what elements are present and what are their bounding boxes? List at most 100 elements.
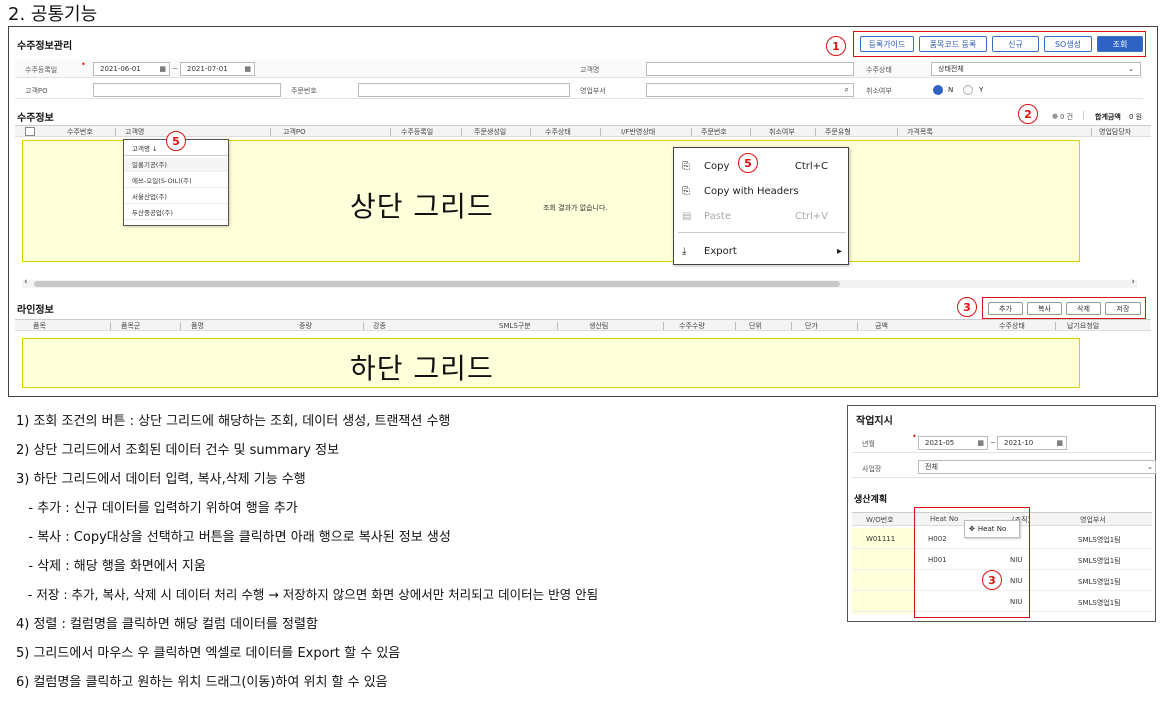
submenu-arrow-icon: ▸ xyxy=(836,245,842,257)
order-date-label: 수주등록일 xyxy=(25,66,58,74)
col-divider xyxy=(600,128,601,136)
sort-option[interactable]: 두산중공업(주) xyxy=(124,206,228,220)
line-toolbar: 추가 복사 삭제 저장 xyxy=(988,302,1142,315)
site-label: 사업장 xyxy=(862,465,882,473)
col-order-no[interactable]: 수주번호 xyxy=(67,127,93,137)
select-all-checkbox[interactable] xyxy=(25,127,35,136)
drag-ghost[interactable]: ✥ Heat No xyxy=(964,520,1020,538)
order-no-input[interactable] xyxy=(358,83,570,97)
col-divider xyxy=(735,322,736,330)
date-separator: ~ xyxy=(990,439,996,447)
calendar-icon[interactable]: ▦ xyxy=(977,437,984,449)
paste-menu-item[interactable]: ▤ Paste Ctrl+V xyxy=(674,206,848,226)
order-status-select[interactable]: 상태전체 ⌄ xyxy=(931,62,1141,76)
col-order-date[interactable]: 수주등록일 xyxy=(401,127,433,137)
col-production-team[interactable]: 생산팀 xyxy=(589,321,608,331)
scroll-left-icon[interactable]: ‹ xyxy=(24,277,28,287)
scrollbar-thumb[interactable] xyxy=(34,281,840,287)
col-divider xyxy=(663,322,664,330)
marker-3: 3 xyxy=(957,297,977,317)
order-no-label: 주문번호 xyxy=(291,87,317,95)
required-mark: • xyxy=(912,432,917,441)
save-button[interactable]: 저장 xyxy=(1105,302,1141,315)
col-sales-rep[interactable]: 영업담당자 xyxy=(1099,127,1131,137)
col-customer-name[interactable]: 고객명 xyxy=(125,127,144,137)
col-unit-price[interactable]: 단가 xyxy=(805,321,818,331)
col-line-status[interactable]: 수주상태 xyxy=(999,321,1025,331)
sort-option[interactable]: 서울산업(주) xyxy=(124,190,228,204)
col-if-status[interactable]: I/F반영상태 xyxy=(621,127,655,137)
total-label: 합계금액 xyxy=(1095,113,1121,121)
col-order-type[interactable]: 주문유형 xyxy=(825,127,851,137)
col-steel-grade[interactable]: 강종 xyxy=(373,321,386,331)
col-amount[interactable]: 금액 xyxy=(875,321,888,331)
col-created-date[interactable]: 주문생성일 xyxy=(474,127,506,137)
calendar-icon[interactable]: ▦ xyxy=(1056,437,1063,449)
lower-grid-area[interactable]: 하단 그리드 xyxy=(22,338,1080,388)
sales-dept-label: 영업부서 xyxy=(580,87,606,95)
upper-grid-header: 수주번호 고객명 고객PO 수주등록일 주문생성일 수주상태 I/F반영상태 주… xyxy=(15,125,1151,137)
marker-1: 1 xyxy=(826,36,846,56)
search-icon[interactable]: ⌕ xyxy=(845,84,849,96)
export-menu-item[interactable]: ⤓ Export ▸ xyxy=(674,241,848,261)
col-divider xyxy=(897,128,898,136)
col-order-number[interactable]: 주문번호 xyxy=(701,127,727,137)
col-wo-no[interactable]: W/O번호 xyxy=(866,515,894,525)
total-value: 0 원 xyxy=(1129,113,1143,121)
date-from-input[interactable]: 2021-06-01 ▦ xyxy=(93,62,170,76)
col-divider xyxy=(461,128,462,136)
dept-cell: SMLS영업1팀 xyxy=(1078,557,1121,565)
lower-grid-label: 하단 그리드 xyxy=(350,352,494,385)
col-unit[interactable]: 단위 xyxy=(749,321,762,331)
scroll-right-icon[interactable]: › xyxy=(1131,277,1135,287)
col-order-qty[interactable]: 수주수량 xyxy=(679,321,705,331)
col-weight[interactable]: 중량 xyxy=(299,321,312,331)
col-divider xyxy=(557,322,558,330)
copy-row-button[interactable]: 복사 xyxy=(1027,302,1062,315)
col-order-status[interactable]: 수주상태 xyxy=(545,127,571,137)
site-select[interactable]: 전체 ⌄ xyxy=(918,460,1156,474)
radio-y[interactable] xyxy=(963,85,973,95)
sort-popup: 고객명 ↓ 일룡기공(주) 에쓰-오일(S-OIL)(주) 서울산업(주) 두산… xyxy=(123,139,229,226)
sales-dept-input[interactable]: ⌕ xyxy=(646,83,854,97)
marker-4: 5 xyxy=(166,131,186,151)
date-to-input[interactable]: 2021-07-01 ▦ xyxy=(180,62,255,76)
col-customer-po[interactable]: 고객PO xyxy=(283,127,306,137)
col-smls-type[interactable]: SMLS구분 xyxy=(499,321,531,331)
calendar-icon[interactable]: ▦ xyxy=(159,63,166,75)
copy-menu-item[interactable]: ⎘ Copy Ctrl+C xyxy=(674,156,848,176)
copy-with-headers-menu-item[interactable]: ⎘ Copy with Headers xyxy=(674,181,848,201)
col-divider xyxy=(857,322,858,330)
col-sales-dept[interactable]: 영업부서 xyxy=(1080,515,1106,525)
chevron-down-icon: ⌄ xyxy=(1147,463,1153,471)
description-line: 2) 상단 그리드에서 조회된 데이터 건수 및 summary 정보 xyxy=(16,443,340,458)
col-divider xyxy=(750,128,751,136)
sort-option[interactable]: 일룡기공(주) xyxy=(124,158,228,172)
customer-po-input[interactable] xyxy=(93,83,281,97)
calendar-icon[interactable]: ▦ xyxy=(244,63,251,75)
horizontal-scrollbar[interactable]: ‹ › xyxy=(22,277,1137,288)
col-price-list[interactable]: 가격목록 xyxy=(907,127,933,137)
description-line: - 삭제 : 해당 행을 화면에서 지움 xyxy=(16,559,206,574)
period-from-input[interactable]: 2021-05 ▦ xyxy=(918,436,988,450)
radio-n-label: N xyxy=(948,86,954,94)
delete-row-button[interactable]: 삭제 xyxy=(1066,302,1101,315)
customer-name-input[interactable] xyxy=(646,62,854,76)
add-row-button[interactable]: 추가 xyxy=(988,302,1023,315)
description-line: 5) 그리드에서 마우스 우 클릭하면 엑셀로 데이터를 Export 할 수 … xyxy=(16,646,401,661)
col-divider xyxy=(1055,322,1056,330)
col-cancel[interactable]: 취소여부 xyxy=(769,127,795,137)
col-item-name[interactable]: 품명 xyxy=(191,321,204,331)
col-item-group[interactable]: 품목군 xyxy=(121,321,140,331)
download-icon: ⤓ xyxy=(682,245,687,257)
col-item[interactable]: 품목 xyxy=(33,321,46,331)
filter-row-1: 수주등록일 • 2021-06-01 ▦ ~ 2021-07-01 ▦ 고객명 수주… xyxy=(15,60,1143,78)
radio-n-checked[interactable] xyxy=(933,85,943,95)
order-status-label: 수주상태 xyxy=(866,66,892,74)
description-line: - 추가 : 신규 데이터를 입력하기 위하여 행을 추가 xyxy=(16,501,298,516)
col-due-date[interactable]: 납기요청일 xyxy=(1067,321,1099,331)
sort-option[interactable]: 에쓰-오일(S-OIL)(주) xyxy=(124,174,228,188)
period-to-input[interactable]: 2021-10 ▦ xyxy=(997,436,1067,450)
description-line: - 저장 : 추가, 복사, 삭제 시 데이터 처리 수행 → 저장하지 않으면… xyxy=(16,587,599,602)
customer-name-label: 고객명 xyxy=(580,66,600,74)
